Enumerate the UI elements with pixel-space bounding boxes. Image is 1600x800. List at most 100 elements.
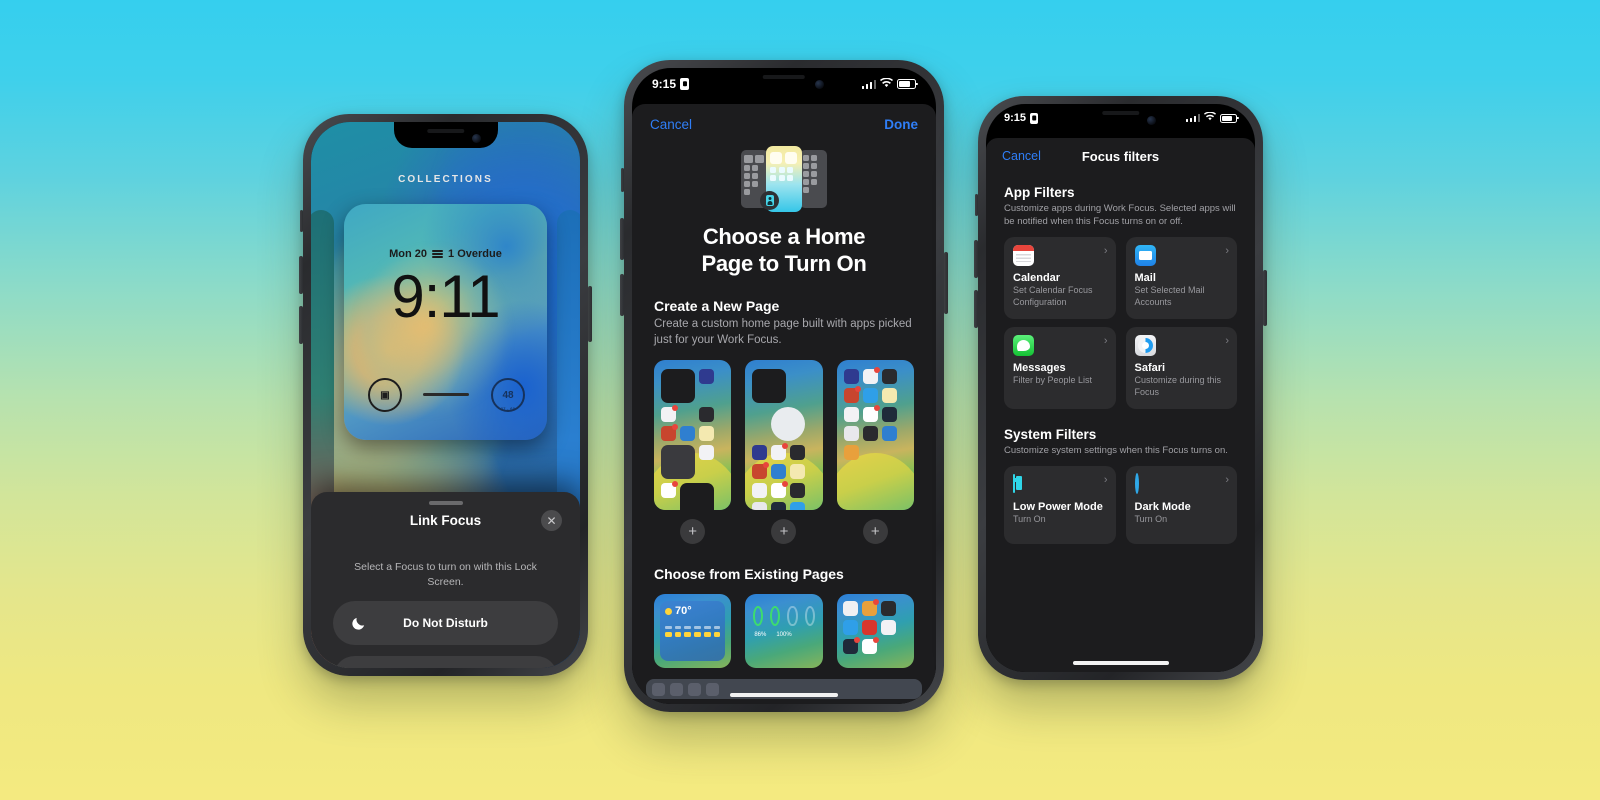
- power-button[interactable]: [588, 286, 592, 342]
- battery-ring: [804, 606, 815, 627]
- sheet-description: Select a Focus to turn on with this Lock…: [354, 561, 537, 589]
- app-icon: [699, 426, 714, 442]
- app-icon: [842, 637, 860, 655]
- volume-down-button[interactable]: [299, 306, 303, 344]
- filter-card-detail: Turn On: [1013, 513, 1046, 524]
- app-icon: [842, 601, 858, 617]
- add-page-button-3[interactable]: +: [862, 519, 888, 545]
- add-page-button-1[interactable]: +: [680, 519, 706, 545]
- filter-card-calendar[interactable]: › Calendar Set Calendar Focus Configurat…: [1004, 237, 1116, 319]
- filter-card-messages[interactable]: › Messages Filter by People List: [1004, 326, 1116, 409]
- phone-left: COLLECTIONS Mon 20 1 Overdue 9:11 ▣ 48 3…: [299, 114, 592, 676]
- app-icon: [843, 407, 859, 423]
- app-icon: [790, 464, 806, 480]
- contact-widget: [771, 407, 806, 442]
- done-button[interactable]: Done: [884, 117, 918, 132]
- speaker-grille: [1101, 111, 1140, 115]
- chevron-right-icon: ›: [1103, 473, 1108, 486]
- app-icon: [680, 426, 695, 442]
- app-icon: [843, 369, 859, 385]
- status-time: 9:15: [652, 77, 677, 91]
- focus-option-personal[interactable]: Personal: [333, 656, 558, 668]
- app-icon: [880, 601, 896, 617]
- messages-icon: [1013, 334, 1034, 356]
- status-bar-left: 9:15: [652, 77, 690, 91]
- close-icon[interactable]: ✕: [541, 510, 562, 531]
- filter-card-dark-mode[interactable]: › Dark Mode Turn On: [1125, 465, 1237, 544]
- filter-card-safari[interactable]: › Safari Customize during this Focus: [1125, 326, 1237, 409]
- focus-option-do-not-disturb[interactable]: Do Not Disturb: [333, 601, 558, 646]
- filter-card-mail[interactable]: › Mail Set Selected Mail Accounts: [1125, 237, 1237, 319]
- add-page-button-2[interactable]: +: [771, 519, 797, 545]
- cancel-button[interactable]: Cancel: [650, 117, 692, 132]
- filter-card-name: Calendar: [1013, 272, 1061, 285]
- widget-calendar: [752, 369, 787, 404]
- notch: [725, 68, 843, 97]
- volume-up-button[interactable]: [974, 240, 978, 278]
- filter-card-detail: Filter by People List: [1013, 374, 1093, 385]
- front-camera: [815, 80, 825, 89]
- add-page-buttons-row: + + +: [654, 519, 914, 545]
- app-icon: [862, 426, 878, 442]
- filter-card-name: Dark Mode: [1134, 500, 1191, 513]
- home-indicator[interactable]: [1072, 661, 1169, 665]
- suggested-page-2[interactable]: [745, 360, 823, 511]
- page-title-line-2: Page to Turn On: [701, 250, 867, 276]
- power-button[interactable]: [944, 252, 948, 314]
- lock-screen-preview-card[interactable]: Mon 20 1 Overdue 9:11 ▣ 48 37 - 60: [344, 204, 547, 440]
- volume-down-button[interactable]: [620, 274, 624, 316]
- widget-calendar: [661, 369, 695, 404]
- existing-page-apps[interactable]: [836, 594, 914, 669]
- silent-switch[interactable]: [300, 210, 303, 232]
- filter-card-detail: Customize during this Focus: [1134, 374, 1222, 397]
- existing-page-weather[interactable]: 70°: [654, 594, 732, 669]
- weather-widget: 70°: [660, 601, 726, 662]
- home-indicator[interactable]: [730, 693, 838, 697]
- page-icon-grid: [837, 594, 914, 668]
- lock-widget-placeholder: [422, 392, 469, 396]
- wifi-icon: [880, 77, 893, 91]
- app-filter-row-1: › Calendar Set Calendar Focus Configurat…: [1004, 237, 1237, 319]
- chevron-right-icon: ›: [1103, 334, 1108, 347]
- create-section-heading: Create a New Page: [654, 297, 780, 314]
- watch-widget-icon: ▣: [368, 378, 402, 412]
- phone-center: 9:15 Cancel Done Choose a Home Page to T…: [620, 60, 948, 712]
- collections-label: COLLECTIONS: [398, 174, 493, 185]
- sheet-grabber[interactable]: [428, 501, 463, 505]
- reminders-list-icon: [432, 250, 444, 258]
- speaker-grille: [426, 129, 465, 133]
- suggested-page-1[interactable]: [654, 360, 732, 511]
- home-page-modal: Cancel Done Choose a Home Page to Turn O…: [632, 104, 936, 704]
- notch: [1068, 104, 1173, 130]
- app-icon: [881, 426, 897, 442]
- weather-value: 48: [502, 389, 514, 401]
- focus-badge-icon: [760, 191, 779, 210]
- filter-card-low-power-mode[interactable]: › Low Power Mode Turn On: [1004, 465, 1116, 544]
- system-filters-section: System Filters Customize system settings…: [986, 427, 1255, 544]
- lock-widget-left[interactable]: ▣: [368, 378, 402, 412]
- silent-switch[interactable]: [975, 194, 978, 216]
- status-bar-right: [1185, 111, 1239, 124]
- page-icon-grid: [654, 360, 731, 511]
- volume-up-button[interactable]: [299, 256, 303, 294]
- volume-up-button[interactable]: [620, 218, 624, 260]
- existing-page-batteries[interactable]: 86% 100%: [745, 594, 823, 669]
- volume-down-button[interactable]: [974, 290, 978, 328]
- app-icon: [699, 445, 714, 461]
- app-icon: [771, 443, 789, 461]
- screen-center: 9:15 Cancel Done Choose a Home Page to T…: [632, 68, 936, 704]
- modal-navigation-bar: Cancel Done: [632, 104, 936, 136]
- lock-widget-right[interactable]: 48 37 - 60: [491, 378, 525, 412]
- app-icon: [752, 483, 768, 499]
- focus-badge-icon: [1030, 112, 1039, 124]
- hero-side-grid-right: [800, 150, 827, 208]
- app-icon: [771, 464, 787, 480]
- create-section-description: Create a custom home page built with app…: [654, 317, 912, 346]
- app-icon: [843, 426, 859, 442]
- app-filter-row-2: › Messages Filter by People List › Safar…: [1004, 326, 1237, 409]
- chevron-right-icon: ›: [1225, 473, 1229, 486]
- power-button[interactable]: [1263, 270, 1267, 326]
- suggested-page-3[interactable]: [836, 360, 914, 511]
- status-time: 9:15: [1004, 112, 1027, 124]
- silent-switch[interactable]: [621, 168, 624, 192]
